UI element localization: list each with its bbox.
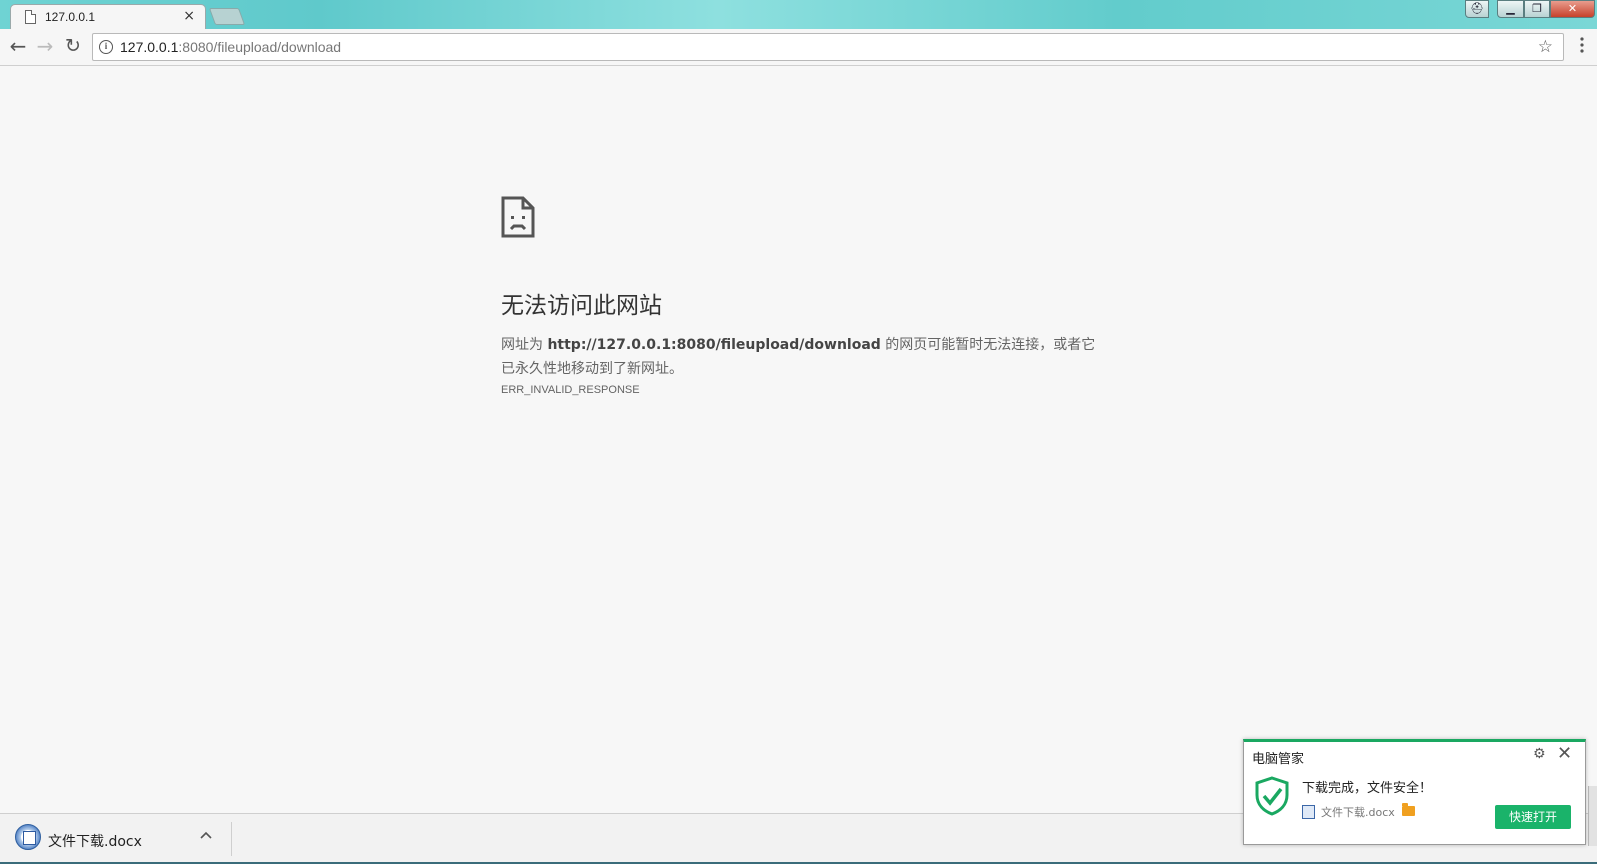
shelf-divider [231,822,232,856]
tab-title: 127.0.0.1 [45,10,96,24]
chevron-up-icon[interactable] [200,827,212,843]
profile-button[interactable]: ⛑ [1465,0,1489,18]
popup-message: 下载完成，文件安全！ [1302,781,1433,796]
url-path: :8080/fileupload/download [178,39,342,55]
forward-button[interactable]: → [33,35,57,59]
new-tab-button[interactable] [208,8,246,25]
error-url: http://127.0.0.1:8080/fileupload/downloa… [547,337,881,353]
error-code: ERR_INVALID_RESPONSE [501,384,640,396]
sad-page-icon [501,196,535,238]
edge-scrollbar[interactable] [1588,786,1597,846]
browser-toolbar: ← → ↻ i 127.0.0.1:8080/fileupload/downlo… [0,29,1597,66]
error-title: 无法访问此网站 [501,293,662,319]
address-bar[interactable]: i 127.0.0.1:8080/fileupload/download ☆ [92,33,1564,61]
info-icon[interactable]: i [99,40,113,54]
minimize-button[interactable]: ▁ [1497,0,1524,18]
popup-file-name: 文件下载.docx [1321,806,1395,819]
popup-title: 电脑管家 [1252,752,1305,767]
gear-icon[interactable]: ⚙ [1533,746,1546,762]
security-popup: 电脑管家 ⚙ ✕ 下载完成，文件安全！ 文件下载.docx 快速打开 [1243,739,1586,845]
bookmark-star-icon[interactable]: ☆ [1538,37,1553,57]
page-icon [25,10,36,24]
error-message: 网址为 http://127.0.0.1:8080/fileupload/dow… [501,333,1101,381]
download-item[interactable]: 文件下载.docx [6,818,228,858]
folder-icon[interactable] [1402,803,1415,816]
close-icon[interactable]: ✕ [1557,743,1572,764]
download-file-name[interactable]: 文件下载.docx [48,831,142,851]
shield-check-icon [1255,776,1289,816]
quick-open-button[interactable]: 快速打开 [1495,805,1571,829]
back-button[interactable]: ← [6,35,30,59]
url-text[interactable]: 127.0.0.1:8080/fileupload/download [120,39,341,55]
tab-active[interactable]: 127.0.0.1 × [10,4,206,30]
url-host: 127.0.0.1 [120,39,179,55]
window-close-button[interactable]: ✕ [1550,0,1595,18]
reload-button[interactable]: ↻ [61,35,85,59]
word-doc-icon [15,824,41,850]
tab-close-icon[interactable]: × [183,8,195,24]
maximize-button[interactable]: ❐ [1524,0,1550,18]
browser-menu-icon[interactable] [1578,37,1586,53]
error-message-prefix: 网址为 [501,337,548,353]
title-bar: 127.0.0.1 × ⛑ ▁ ❐ ✕ [0,0,1597,30]
doc-icon [1302,805,1315,819]
